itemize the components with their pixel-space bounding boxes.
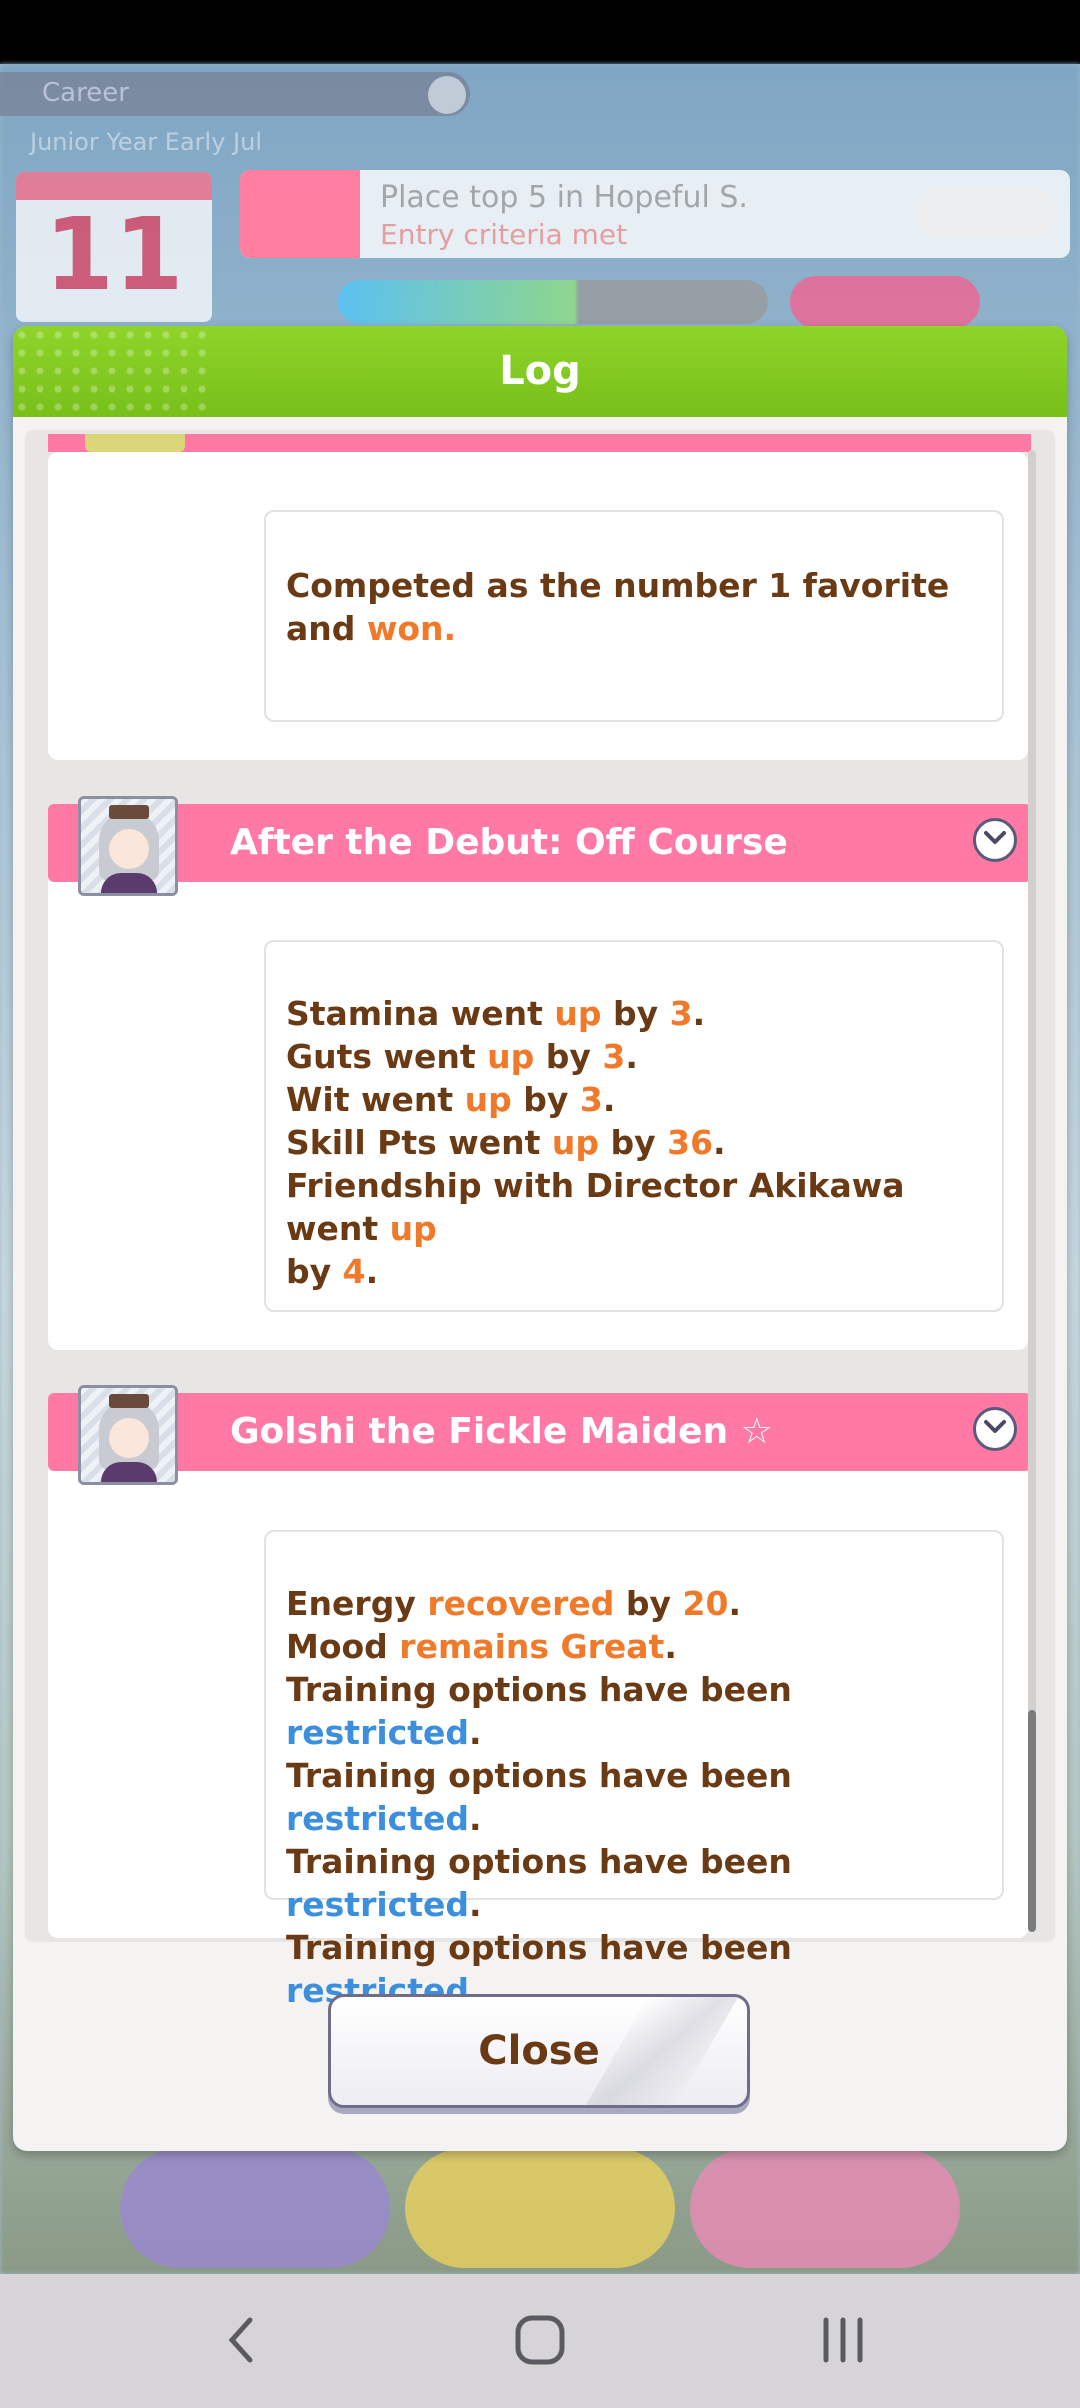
log-text: Stamina went (286, 994, 555, 1033)
highlighted-text: 3 (602, 1037, 626, 1076)
log-line: by 4. (286, 1250, 986, 1293)
log-text: Training options have been (286, 1928, 792, 1967)
character-avatar (78, 1385, 178, 1485)
home-icon[interactable] (510, 2310, 570, 2380)
log-line: Training options have been restricted. (286, 1754, 986, 1840)
log-text: by (511, 1080, 580, 1119)
log-text: . (728, 1584, 741, 1623)
log-line: Wit went up by 3. (286, 1078, 986, 1121)
dialog-header: Log (13, 326, 1067, 417)
highlighted-text: up (554, 994, 602, 1033)
status-bar (0, 0, 1080, 64)
log-text: . (664, 1627, 677, 1666)
log-message: Competed as the number 1 favorite and wo… (286, 564, 986, 650)
log-line: Stamina went up by 3. (286, 992, 986, 1035)
log-text: Mood (286, 1627, 400, 1666)
log-text: . (469, 1885, 482, 1924)
log-entry-title: Golshi the Fickle Maiden ☆ (230, 1411, 773, 1452)
button-shine (585, 1997, 739, 2105)
goal-text: Place top 5 in Hopeful S. (380, 180, 748, 215)
calendar: 11 (16, 172, 212, 322)
log-text: by (534, 1037, 603, 1076)
chevron-down-icon[interactable] (973, 1407, 1017, 1451)
log-text: Training options have been (286, 1756, 792, 1795)
log-text: . (602, 1080, 616, 1119)
log-message: Energy recovered by 20. Mood remains Grea… (286, 1582, 986, 2012)
turn-date: Junior Year Early Jul (30, 128, 262, 156)
highlighted-text: restricted (286, 1713, 469, 1752)
highlighted-text: up (551, 1123, 599, 1162)
scrollbar-thumb[interactable] (1028, 1710, 1036, 1932)
special-button (790, 276, 980, 328)
character-avatar (78, 796, 178, 896)
highlighted-text: 3 (579, 1080, 603, 1119)
infirmary-button (120, 2148, 390, 2268)
log-line: Guts went up by 3. (286, 1035, 986, 1078)
back-icon[interactable] (220, 2310, 260, 2380)
goal-status: Entry criteria met (380, 218, 628, 251)
chevron-down-icon[interactable] (973, 818, 1017, 862)
log-line: Friendship with Director Akikawa went up (286, 1164, 986, 1250)
highlighted-text: 4 (342, 1252, 366, 1291)
log-line: Mood remains Great. (286, 1625, 986, 1668)
highlighted-text: 20 (682, 1584, 729, 1623)
log-message-box: Energy recovered by 20. Mood remains Grea… (264, 1530, 1004, 2010)
log-text: . (469, 1713, 482, 1752)
log-text: Wit went (286, 1080, 465, 1119)
previous-entry-badge (85, 434, 185, 452)
scrollbar-track[interactable] (1028, 450, 1036, 1930)
energy-bar (338, 280, 768, 324)
log-text: . (625, 1037, 638, 1076)
log-text: . (692, 994, 706, 1033)
log-entry-header[interactable]: Golshi the Fickle Maiden ☆ (48, 1393, 1031, 1471)
highlighted-text: won. (366, 609, 457, 648)
highlighted-text: 36 (667, 1123, 714, 1162)
log-text: Guts went (286, 1037, 488, 1076)
recent-apps-icon[interactable] (818, 2310, 868, 2380)
log-message-box: Competed as the number 1 favorite and wo… (264, 510, 1004, 722)
log-text: by (614, 1584, 683, 1623)
log-text: Skill Pts went (286, 1123, 552, 1162)
log-text: . (713, 1123, 726, 1162)
log-text: . (365, 1252, 379, 1291)
races-button (690, 2148, 960, 2268)
log-entry-title: After the Debut: Off Course (230, 822, 788, 863)
previous-entry-band (48, 434, 1031, 452)
career-label: Career (42, 78, 129, 108)
goal-tag (240, 170, 360, 258)
highlighted-text: restricted (286, 1799, 469, 1838)
log-text: . (469, 1799, 482, 1838)
log-text: by (601, 994, 670, 1033)
close-button[interactable]: Close (328, 1994, 750, 2108)
highlighted-text: recovered (427, 1584, 615, 1623)
highlighted-text: up (464, 1080, 512, 1119)
log-line: Training options have been restricted. (286, 1668, 986, 1754)
log-text: Training options have been (286, 1842, 792, 1881)
log-line: Energy recovered by 20. (286, 1582, 986, 1625)
log-text: by (598, 1123, 668, 1162)
log-line: Competed as the number 1 favorite and wo… (286, 564, 986, 650)
dialog-title: Log (499, 348, 581, 394)
goal-panel: Place top 5 in Hopeful S. Entry criteria… (240, 170, 1070, 258)
highlighted-text: remains Great (399, 1627, 665, 1666)
log-message: Stamina went up by 3. Guts went up by 3. W… (286, 992, 986, 1293)
highlighted-text: 3 (669, 994, 693, 1033)
log-text: by (286, 1252, 343, 1291)
career-counter (428, 76, 466, 114)
goal-details-button (916, 188, 1056, 238)
log-text: Friendship with Director Akikawa went (286, 1166, 905, 1248)
log-message-box: Stamina went up by 3. Guts went up by 3. W… (264, 940, 1004, 1312)
highlighted-text: up (487, 1037, 535, 1076)
log-line: Training options have been restricted. (286, 1840, 986, 1926)
recreation-button (405, 2148, 675, 2268)
highlighted-text: up (389, 1209, 437, 1248)
log-text: Energy (286, 1584, 428, 1623)
log-text: Training options have been (286, 1670, 792, 1709)
calendar-day: 11 (44, 196, 184, 313)
highlighted-text: restricted (286, 1885, 469, 1924)
log-entry-header[interactable]: After the Debut: Off Course (48, 804, 1031, 882)
close-button-label: Close (478, 2028, 600, 2074)
log-line: Skill Pts went up by 36. (286, 1121, 986, 1164)
